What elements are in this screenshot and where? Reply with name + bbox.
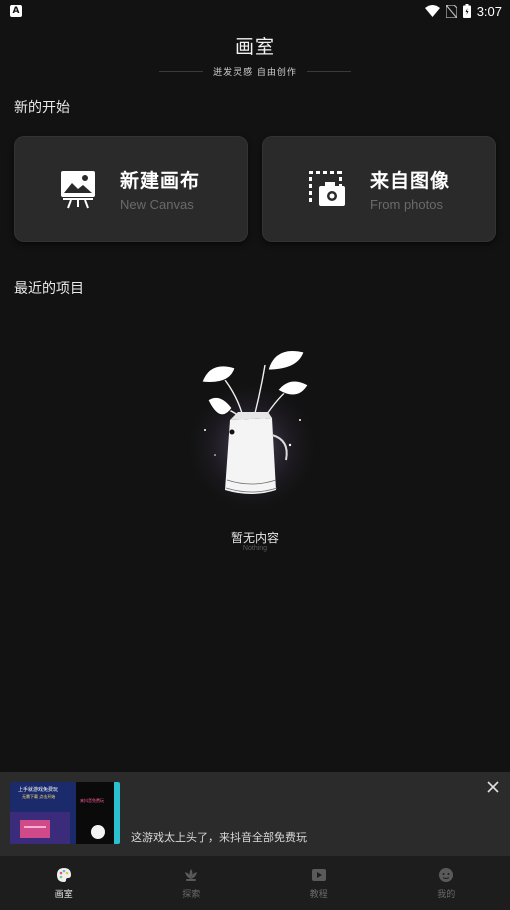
video-icon: [311, 868, 326, 881]
nav-item-explore[interactable]: 探索: [128, 856, 256, 910]
nav-label: 画室: [54, 889, 73, 900]
palette-icon: [56, 867, 71, 882]
ad-thumb-caption-2: 无需下载 点击开始: [22, 794, 56, 799]
nav-item-tutorials[interactable]: 教程: [255, 856, 383, 910]
new-canvas-card[interactable]: 新建画布 New Canvas: [14, 136, 248, 242]
battery-icon: [462, 4, 471, 18]
bottom-nav: 画室 探索 教程 我的: [0, 856, 510, 910]
ad-thumb-caption-1: 上手就游戏免费玩: [18, 787, 59, 793]
card-title: 新建画布: [120, 170, 201, 192]
ad-banner[interactable]: 上手就游戏免费玩 无需下载 点击开始 来抖音免费玩 这游戏太上头了，来抖音全部免…: [0, 772, 510, 856]
plant-vase-illustration: [182, 350, 322, 510]
no-sim-icon: [445, 4, 457, 18]
card-title: 来自图像: [370, 170, 451, 192]
section-title-recent-projects: 最近的项目: [14, 281, 84, 297]
header-divider-left: [159, 71, 204, 72]
lotus-icon: [185, 868, 198, 881]
nav-item-studio[interactable]: 画室: [0, 856, 128, 910]
from-photos-card[interactable]: 来自图像 From photos: [262, 136, 496, 242]
page-title: 画室: [234, 36, 275, 58]
from-photos-text: 来自图像 From photos: [370, 166, 450, 212]
page-subtitle-row: 迸发灵感 自由创作: [0, 65, 510, 78]
wifi-icon: [424, 5, 440, 17]
ad-text[interactable]: 这游戏太上头了，来抖音全部免费玩: [131, 829, 307, 845]
nav-label: 教程: [309, 889, 328, 900]
new-canvas-text: 新建画布 New Canvas: [120, 166, 200, 212]
camera-frame-icon: [309, 171, 345, 206]
status-time: 3:07: [476, 3, 502, 19]
nav-item-profile[interactable]: 我的: [383, 856, 510, 910]
ad-thumb-caption-3: 来抖音免费玩: [80, 798, 104, 803]
easel-icon: [61, 171, 95, 209]
card-subtitle: From photos: [370, 197, 443, 212]
status-left: A: [10, 5, 22, 17]
status-bar: A 3:07: [0, 0, 510, 22]
close-icon[interactable]: [486, 780, 500, 794]
ad-thumbnail[interactable]: 上手就游戏免费玩 无需下载 点击开始 来抖音免费玩: [10, 782, 120, 844]
empty-state-title: 暂无内容: [230, 531, 279, 545]
notification-a-icon: A: [10, 5, 22, 17]
page-subtitle: 迸发灵感 自由创作: [213, 68, 297, 78]
user-face-icon: [439, 867, 454, 882]
empty-state-subtitle: Nothing: [242, 545, 268, 552]
section-title-new-start: 新的开始: [14, 100, 70, 116]
nav-label: 我的: [437, 889, 456, 900]
nav-label: 探索: [182, 889, 201, 900]
status-right: 3:07: [424, 3, 502, 19]
card-subtitle: New Canvas: [120, 197, 194, 212]
header-divider-right: [306, 71, 351, 72]
